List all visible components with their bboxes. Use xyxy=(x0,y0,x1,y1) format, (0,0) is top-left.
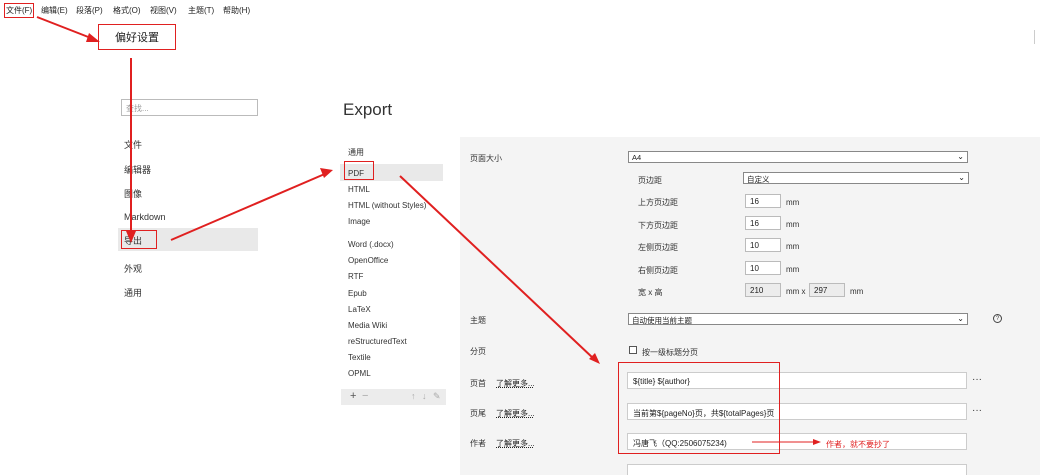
format-html-no-styles[interactable]: HTML (without Styles) xyxy=(348,201,426,210)
format-mediawiki[interactable]: Media Wiki xyxy=(348,321,387,330)
menu-format[interactable]: 格式(O) xyxy=(113,5,141,16)
footer-learn-more-link[interactable]: 了解更多... xyxy=(496,408,535,419)
divider xyxy=(1034,30,1035,44)
move-up-icon[interactable]: ↑ xyxy=(411,391,416,401)
next-field-input[interactable] xyxy=(627,464,967,475)
category-appearance[interactable]: 外观 xyxy=(124,262,142,275)
author-learn-more-link[interactable]: 了解更多... xyxy=(496,438,535,449)
format-epub[interactable]: Epub xyxy=(348,289,367,298)
preferences-menu-item[interactable]: 偏好设置 xyxy=(98,24,176,50)
menu-help[interactable]: 帮助(H) xyxy=(223,5,250,16)
format-textile[interactable]: Textile xyxy=(348,353,371,362)
right-margin-input[interactable]: 10 xyxy=(745,261,781,275)
help-circle-icon[interactable]: ? xyxy=(993,314,1002,323)
format-pdf[interactable]: PDF xyxy=(344,161,374,180)
left-margin-unit: mm xyxy=(786,242,800,251)
more-icon[interactable]: ··· xyxy=(972,374,982,385)
chevron-down-icon: ⌄ xyxy=(957,314,964,323)
menu-edit[interactable]: 编辑(E) xyxy=(41,5,68,16)
right-margin-unit: mm xyxy=(786,265,800,274)
top-margin-unit: mm xyxy=(786,198,800,207)
format-restructuredtext[interactable]: reStructuredText xyxy=(348,337,407,346)
edit-icon[interactable]: ✎ xyxy=(433,391,441,402)
format-word[interactable]: Word (.docx) xyxy=(348,240,394,249)
format-latex[interactable]: LaTeX xyxy=(348,305,371,314)
format-rtf[interactable]: RTF xyxy=(348,272,363,281)
page-size-select[interactable]: A4 ⌄ xyxy=(628,151,968,163)
add-icon[interactable]: + xyxy=(350,390,356,402)
margin-value: 自定义 xyxy=(747,175,770,184)
annotation-text: 作者，就不要抄了 xyxy=(826,440,890,449)
format-opml[interactable]: OPML xyxy=(348,369,371,378)
page-height-input[interactable]: 297 xyxy=(809,283,845,297)
page-size-label: 页面大小 xyxy=(470,154,502,163)
margin-select[interactable]: 自定义 ⌄ xyxy=(743,172,969,184)
move-down-icon[interactable]: ↓ xyxy=(422,391,427,401)
format-html[interactable]: HTML xyxy=(348,185,370,194)
category-editor[interactable]: 编辑器 xyxy=(124,163,151,176)
more-icon[interactable]: ··· xyxy=(972,405,982,416)
menu-view[interactable]: 视图(V) xyxy=(150,5,177,16)
bottom-margin-unit: mm xyxy=(786,220,800,229)
menu-theme[interactable]: 主题(T) xyxy=(188,5,214,16)
author-label: 作者 xyxy=(470,439,486,448)
margin-label: 页边距 xyxy=(638,176,662,185)
size-label: 宽 x 高 xyxy=(638,288,663,297)
page-width-input[interactable]: 210 xyxy=(745,283,781,297)
export-title: Export xyxy=(343,100,393,119)
right-margin-label: 右侧页边距 xyxy=(638,266,678,275)
category-export[interactable]: 导出 xyxy=(121,230,157,249)
format-general[interactable]: 通用 xyxy=(348,147,364,158)
menu-bar: 文件(F) 编辑(E) 段落(P) 格式(O) 视图(V) 主题(T) 帮助(H… xyxy=(0,0,1040,20)
size-separator: mm x xyxy=(786,287,806,296)
menu-file[interactable]: 文件(F) xyxy=(4,3,35,18)
chevron-down-icon: ⌄ xyxy=(957,152,964,161)
chevron-down-icon: ⌄ xyxy=(958,173,965,182)
left-margin-input[interactable]: 10 xyxy=(745,238,781,252)
category-image[interactable]: 图像 xyxy=(124,187,142,200)
size-unit: mm xyxy=(850,287,864,296)
pagination-label: 分页 xyxy=(470,347,486,356)
format-image[interactable]: Image xyxy=(348,217,370,226)
footer-label: 页尾 xyxy=(470,409,486,418)
category-file[interactable]: 文件 xyxy=(124,138,142,151)
format-openoffice[interactable]: OpenOffice xyxy=(348,256,388,265)
category-markdown[interactable]: Markdown xyxy=(124,212,166,222)
theme-label: 主题 xyxy=(470,316,486,325)
pagination-option-label: 按一级标题分页 xyxy=(642,348,698,357)
search-input[interactable]: 查找... xyxy=(121,99,258,116)
format-list-toolbar: + − ↑ ↓ ✎ xyxy=(341,389,446,405)
header-label: 页首 xyxy=(470,379,486,388)
theme-select[interactable]: 自动使用当前主题 ⌄ xyxy=(628,313,968,325)
top-margin-label: 上方页边距 xyxy=(638,198,678,207)
category-general[interactable]: 通用 xyxy=(124,286,142,299)
top-margin-input[interactable]: 16 xyxy=(745,194,781,208)
page-size-value: A4 xyxy=(632,153,642,162)
pagination-checkbox[interactable] xyxy=(629,346,637,354)
bottom-margin-input[interactable]: 16 xyxy=(745,216,781,230)
menu-paragraph[interactable]: 段落(P) xyxy=(76,5,103,16)
highlight-box xyxy=(618,362,780,454)
left-margin-label: 左侧页边距 xyxy=(638,243,678,252)
remove-icon[interactable]: − xyxy=(362,390,368,402)
theme-value: 自动使用当前主题 xyxy=(632,316,692,325)
bottom-margin-label: 下方页边距 xyxy=(638,221,678,230)
header-learn-more-link[interactable]: 了解更多... xyxy=(496,378,535,389)
